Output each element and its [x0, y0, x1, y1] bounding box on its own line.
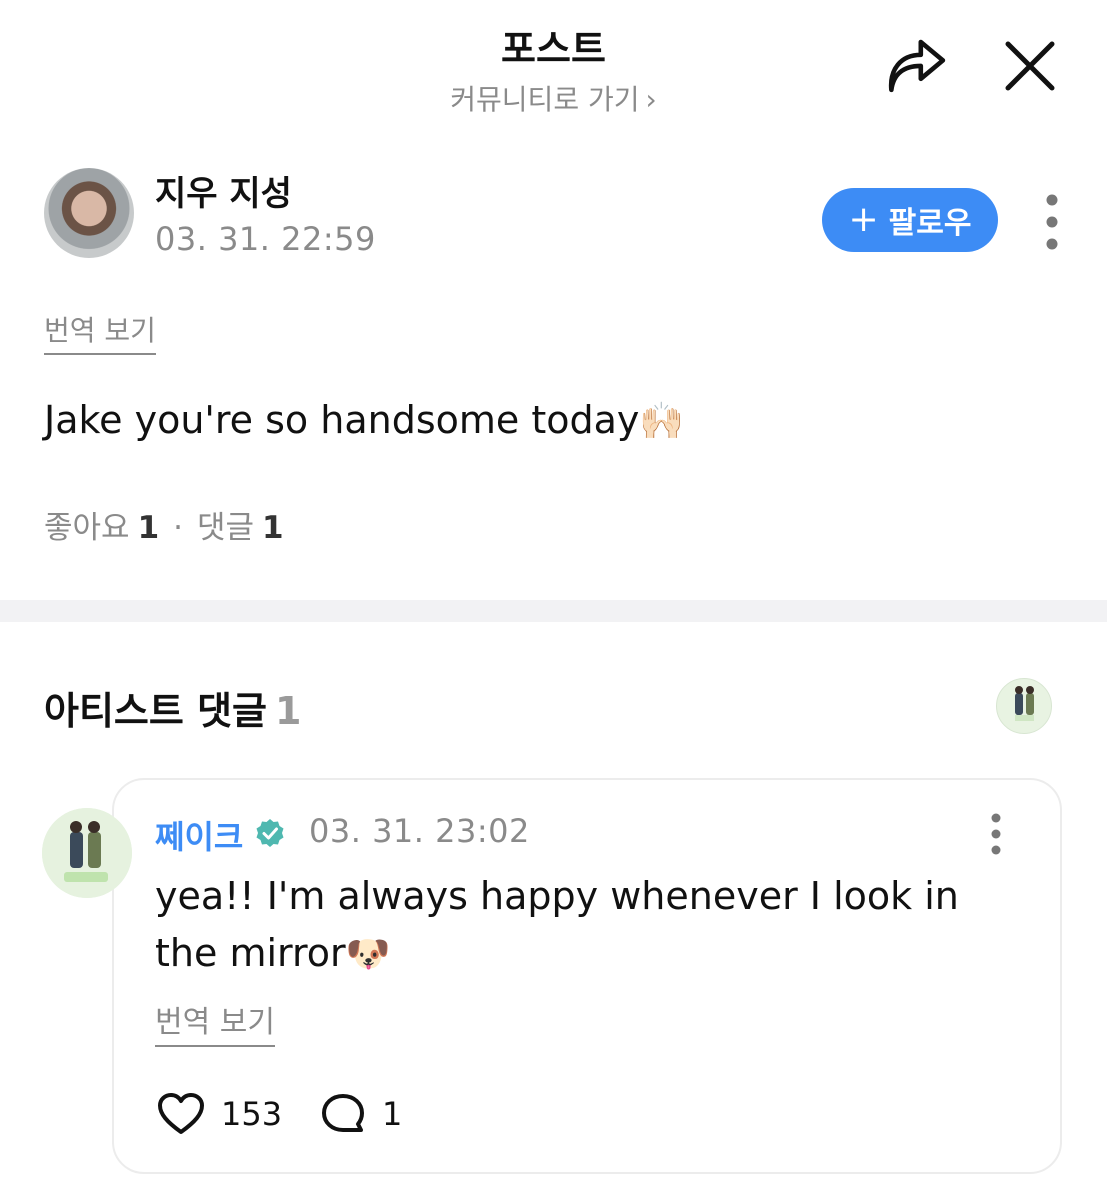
post-translate-link[interactable]: 번역 보기	[44, 309, 156, 355]
comment-translate-link[interactable]: 번역 보기	[155, 997, 275, 1047]
post-content: Jake you're so handsome today🙌🏻	[44, 398, 684, 442]
post-stats: 좋아요 1 · 댓글 1	[44, 502, 284, 547]
commenter-name[interactable]: 쩨이크	[155, 812, 243, 858]
go-to-community-label: 커뮤니티로 가기	[450, 83, 640, 116]
likes-label: 좋아요	[44, 510, 130, 546]
post-text: Jake you're so handsome today	[44, 398, 640, 442]
close-button[interactable]	[998, 36, 1062, 98]
post-author-avatar[interactable]	[44, 168, 134, 258]
plus-icon: +	[848, 199, 879, 240]
follow-label: 팔로우	[888, 206, 972, 241]
artist-avatar-image	[1015, 686, 1034, 721]
likes-stat[interactable]: 좋아요 1	[44, 510, 159, 546]
comment-text: yea!! I'm always happy whenever I look i…	[155, 874, 959, 975]
like-count: 153	[221, 1095, 283, 1133]
more-vertical-icon	[991, 813, 1001, 855]
artist-comments-heading: 아티스트 댓글 1	[44, 680, 301, 735]
likes-count: 1	[137, 510, 160, 546]
comments-stat[interactable]: 댓글 1	[197, 510, 284, 546]
comments-label: 댓글	[197, 510, 255, 546]
artist-comments-title: 아티스트 댓글	[44, 689, 267, 733]
commenter-avatar[interactable]	[42, 808, 132, 898]
close-icon	[1005, 41, 1055, 91]
artist-comments-count: 1	[275, 689, 302, 733]
heart-icon	[158, 1093, 204, 1134]
artist-mini-avatar[interactable]	[996, 678, 1052, 734]
comment-more-button[interactable]	[984, 812, 1008, 856]
chevron-right-icon: ›	[645, 83, 657, 116]
verified-badge-icon	[254, 817, 286, 849]
top-bar: 포스트 커뮤니티로 가기 ›	[0, 0, 1107, 130]
post-more-button[interactable]	[1038, 192, 1066, 252]
comment-bubble-icon	[322, 1094, 364, 1132]
raised-hands-emoji: 🙌🏻	[639, 401, 685, 442]
comment-content: yea!! I'm always happy whenever I look i…	[155, 868, 1015, 983]
reply-count: 1	[382, 1095, 403, 1133]
comment-timestamp: 03. 31. 23:02	[309, 812, 530, 850]
post-timestamp: 03. 31. 22:59	[155, 220, 376, 258]
share-button[interactable]	[884, 36, 954, 98]
section-divider	[0, 600, 1107, 622]
comments-count: 1	[262, 510, 284, 546]
reply-button[interactable]: 1	[320, 1092, 402, 1136]
like-button[interactable]: 153	[157, 1092, 282, 1136]
commenter-avatar-image	[42, 808, 132, 898]
follow-button[interactable]: + 팔로우	[822, 188, 998, 252]
stats-separator: ·	[173, 510, 183, 546]
dog-face-emoji: 🐶	[345, 934, 391, 975]
more-vertical-icon	[1046, 194, 1058, 250]
share-arrow-icon	[888, 39, 946, 93]
post-author-name[interactable]: 지우 지성	[155, 166, 292, 215]
